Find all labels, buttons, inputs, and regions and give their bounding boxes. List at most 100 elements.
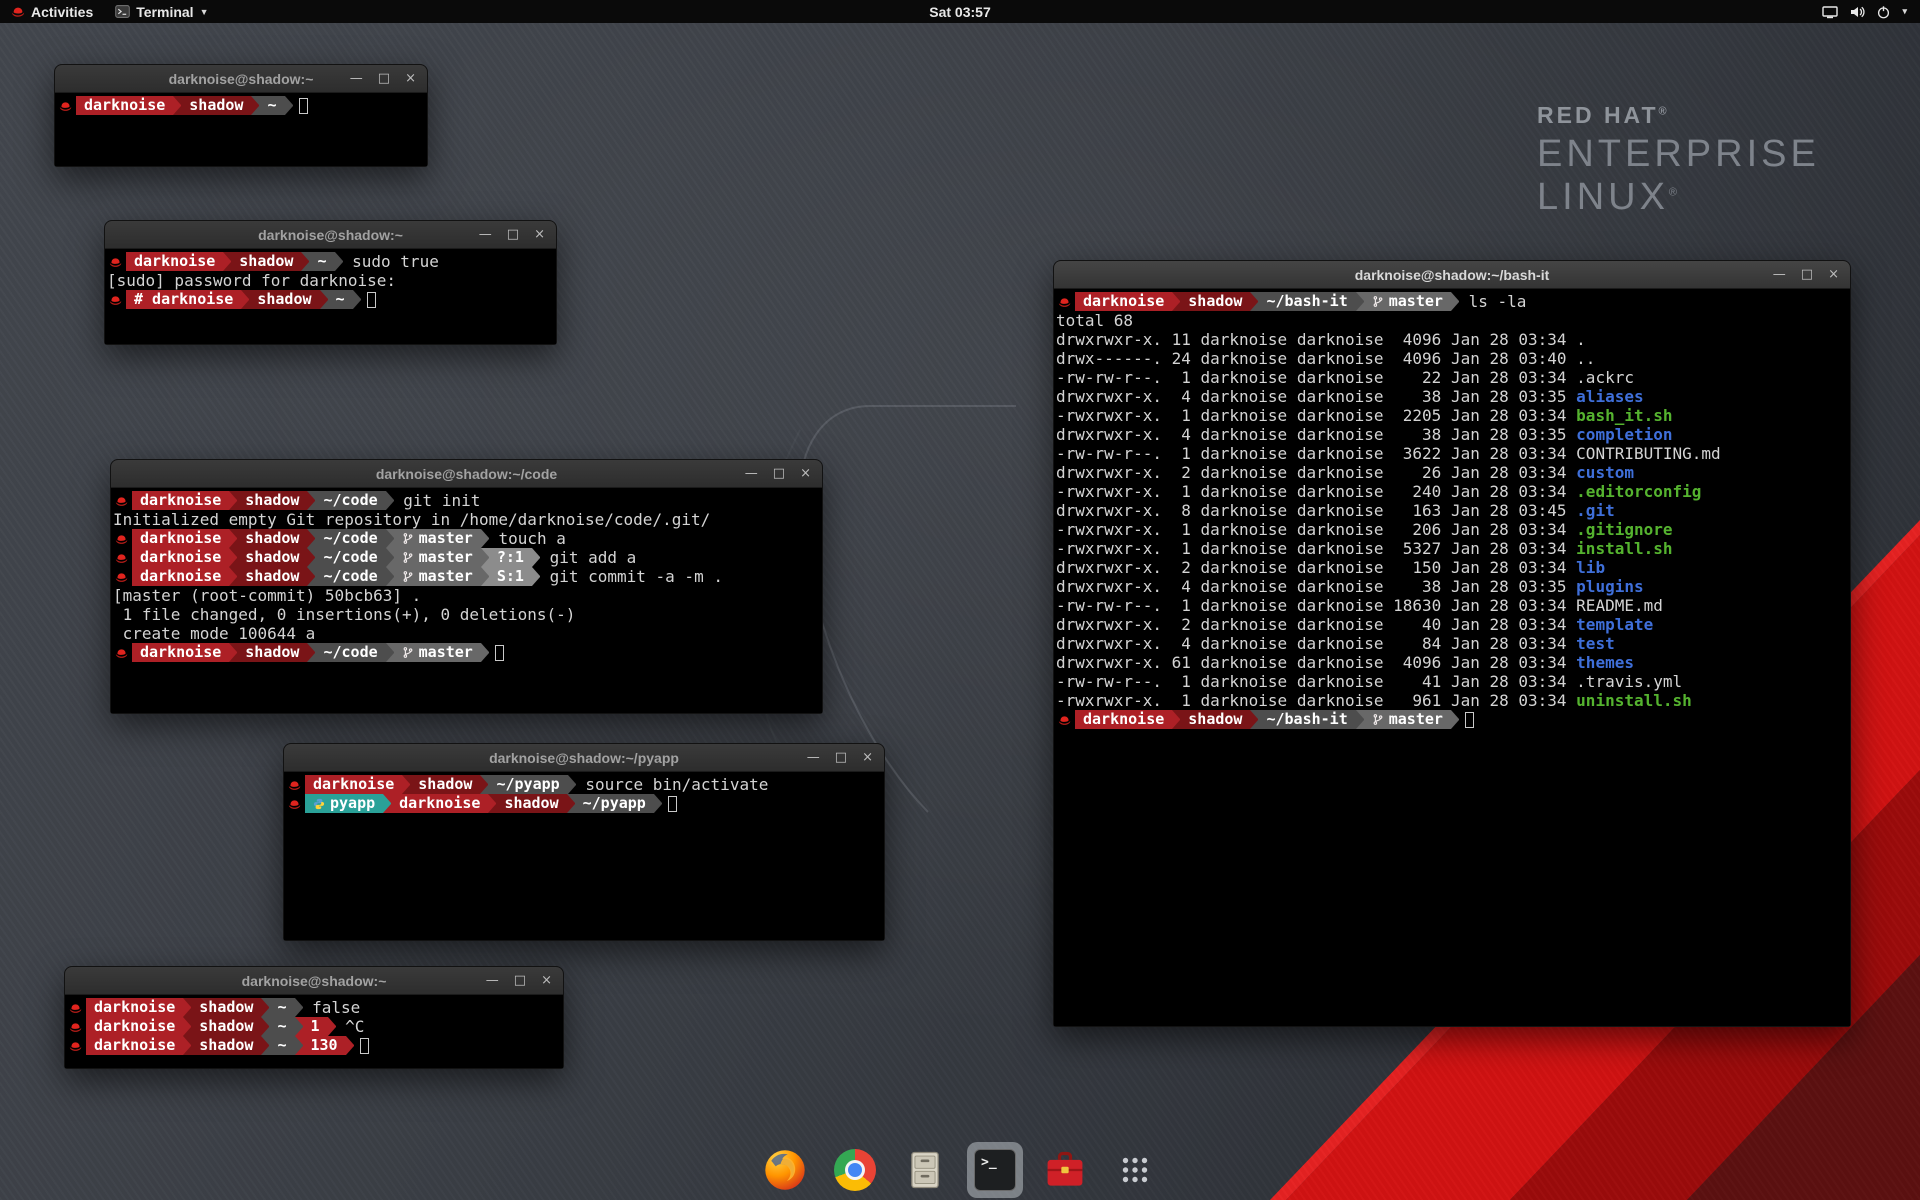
system-status-area[interactable]: ▾	[1809, 0, 1920, 23]
minimize-button[interactable]: —	[486, 974, 499, 987]
titlebar[interactable]: darknoise@shadow:~/pyapp — □ ×	[284, 744, 884, 772]
powerline-separator-icon	[307, 548, 315, 567]
prompt-segment-path: ~/code	[315, 491, 385, 510]
prompt-segment-user: darknoise	[132, 529, 229, 548]
powerline-separator-icon	[1250, 292, 1258, 311]
terminal-text: drwxrwxr-x. 4 darknoise darknoise 84 Jan…	[1056, 634, 1576, 653]
minimize-button[interactable]: —	[745, 467, 758, 480]
powerline-separator-icon	[307, 529, 315, 548]
powerline-separator-icon	[481, 548, 489, 567]
prompt-segment-user: darknoise	[132, 567, 229, 586]
powerline-separator-icon	[386, 567, 394, 586]
titlebar[interactable]: darknoise@shadow:~/code — □ ×	[111, 460, 822, 488]
prompt-segment-path: ~/pyapp	[575, 794, 654, 813]
terminal-body[interactable]: darknoiseshadow~/pyapp source bin/activa…	[284, 773, 884, 940]
terminal-line: darknoiseshadow~/codemaster touch a	[113, 529, 822, 548]
prompt-segment-err: 130	[303, 1036, 346, 1055]
terminal-body[interactable]: darknoiseshadow~/code git initInitialize…	[111, 489, 822, 713]
terminal-line: -rwxrwxr-x. 1 darknoise darknoise 961 Ja…	[1056, 691, 1850, 710]
minimize-button[interactable]: —	[479, 228, 492, 241]
dock-item-show-applications[interactable]	[1107, 1142, 1163, 1198]
prompt-segment-user: darknoise	[1075, 710, 1172, 729]
prompt-segment-user: darknoise	[132, 548, 229, 567]
dock-item-chrome[interactable]	[827, 1142, 883, 1198]
titlebar[interactable]: darknoise@shadow:~ — □ ×	[105, 221, 556, 249]
powerline-separator-icon	[295, 998, 303, 1017]
terminal-body[interactable]: darknoiseshadow~/bash-itmaster ls -latot…	[1054, 290, 1850, 1026]
terminal-line: darknoiseshadow~ false	[67, 998, 563, 1017]
window-title: darknoise@shadow:~/bash-it	[1355, 267, 1550, 283]
terminal-line: -rw-rw-r--. 1 darknoise darknoise 22 Jan…	[1056, 368, 1850, 387]
terminal-body[interactable]: darknoiseshadow~	[55, 94, 427, 166]
close-button[interactable]: ×	[862, 751, 873, 764]
clock[interactable]: Sat 03:57	[929, 4, 990, 20]
redhat-icon	[67, 998, 86, 1017]
terminal-text: drwx------. 24 darknoise darknoise 4096 …	[1056, 349, 1595, 368]
minimize-button[interactable]: —	[807, 751, 820, 764]
dock-item-files[interactable]	[897, 1142, 953, 1198]
terminal-body[interactable]: darknoiseshadow~ sudo true[sudo] passwor…	[105, 250, 556, 344]
window-title: darknoise@shadow:~	[242, 973, 387, 989]
close-button[interactable]: ×	[1828, 268, 1839, 281]
powerline-separator-icon	[307, 567, 315, 586]
terminal-text: create mode 100644 a	[113, 624, 315, 643]
prompt-segment-stat: S:1	[489, 567, 532, 586]
powerline-separator-icon	[320, 290, 328, 309]
maximize-button[interactable]: □	[507, 228, 519, 241]
dock-item-software[interactable]	[1037, 1142, 1093, 1198]
powerline-separator-icon	[295, 1036, 303, 1055]
window-controls: — □ ×	[486, 967, 552, 994]
powerline-separator-icon	[261, 1017, 269, 1036]
prompt-segment-host: shadow	[237, 529, 307, 548]
powerline-separator-icon	[229, 548, 237, 567]
prompt-segment-host: shadow	[1180, 292, 1250, 311]
terminal-text: git commit -a -m .	[540, 567, 723, 586]
registered-mark: ®	[1659, 105, 1670, 117]
maximize-button[interactable]: □	[378, 72, 390, 85]
brand-line-enterprise: ENTERPRISE	[1537, 133, 1820, 176]
prompt-segment-host: shadow	[191, 1036, 261, 1055]
maximize-button[interactable]: □	[1801, 268, 1813, 281]
maximize-button[interactable]: □	[514, 974, 526, 987]
close-button[interactable]: ×	[534, 228, 545, 241]
terminal-cursor	[495, 645, 504, 661]
terminal-text: 1 file changed, 0 insertions(+), 0 delet…	[113, 605, 575, 624]
terminal-text: -rwxrwxr-x. 1 darknoise darknoise 5327 J…	[1056, 539, 1576, 558]
activities-button[interactable]: Activities	[0, 0, 104, 23]
window-controls: — □ ×	[745, 460, 811, 487]
app-menu-terminal[interactable]: Terminal ▼	[104, 0, 219, 23]
prompt-segment-user: darknoise	[305, 775, 402, 794]
terminal-text: -rwxrwxr-x. 1 darknoise darknoise 2205 J…	[1056, 406, 1576, 425]
maximize-button[interactable]: □	[773, 467, 785, 480]
dock-item-firefox[interactable]	[757, 1142, 813, 1198]
terminal-line: darknoiseshadow~/bash-itmaster	[1056, 710, 1850, 729]
directory-name: custom	[1576, 463, 1634, 482]
terminal-body[interactable]: darknoiseshadow~ falsedarknoiseshadow~1 …	[65, 996, 563, 1068]
powerline-separator-icon	[301, 252, 309, 271]
terminal-text: drwxrwxr-x. 4 darknoise darknoise 38 Jan…	[1056, 425, 1576, 444]
prompt-segment-host: shadow	[231, 252, 301, 271]
caret-down-icon: ▼	[200, 7, 209, 17]
prompt-segment-git: master	[1364, 292, 1451, 311]
dock-item-terminal[interactable]: >_	[967, 1142, 1023, 1198]
maximize-button[interactable]: □	[835, 751, 847, 764]
powerline-separator-icon	[307, 643, 315, 662]
minimize-button[interactable]: —	[1773, 268, 1786, 281]
terminal-window-bashit: darknoise@shadow:~/bash-it — □ × darknoi…	[1053, 260, 1851, 1027]
prompt-segment-user: darknoise	[86, 1036, 183, 1055]
prompt-segment-err: 1	[303, 1017, 328, 1036]
terminal-line: total 68	[1056, 311, 1850, 330]
minimize-button[interactable]: —	[350, 72, 363, 85]
close-button[interactable]: ×	[405, 72, 416, 85]
titlebar[interactable]: darknoise@shadow:~ — □ ×	[65, 967, 563, 995]
powerline-separator-icon	[481, 529, 489, 548]
window-title: darknoise@shadow:~	[169, 71, 314, 87]
python-icon	[313, 798, 325, 810]
close-button[interactable]: ×	[800, 467, 811, 480]
titlebar[interactable]: darknoise@shadow:~ — □ ×	[55, 65, 427, 93]
powerline-separator-icon	[285, 96, 293, 115]
prompt-segment-venv: pyapp	[305, 794, 383, 813]
titlebar[interactable]: darknoise@shadow:~/bash-it — □ ×	[1054, 261, 1850, 289]
close-button[interactable]: ×	[541, 974, 552, 987]
terminal-line: # darknoiseshadow~	[107, 290, 556, 309]
